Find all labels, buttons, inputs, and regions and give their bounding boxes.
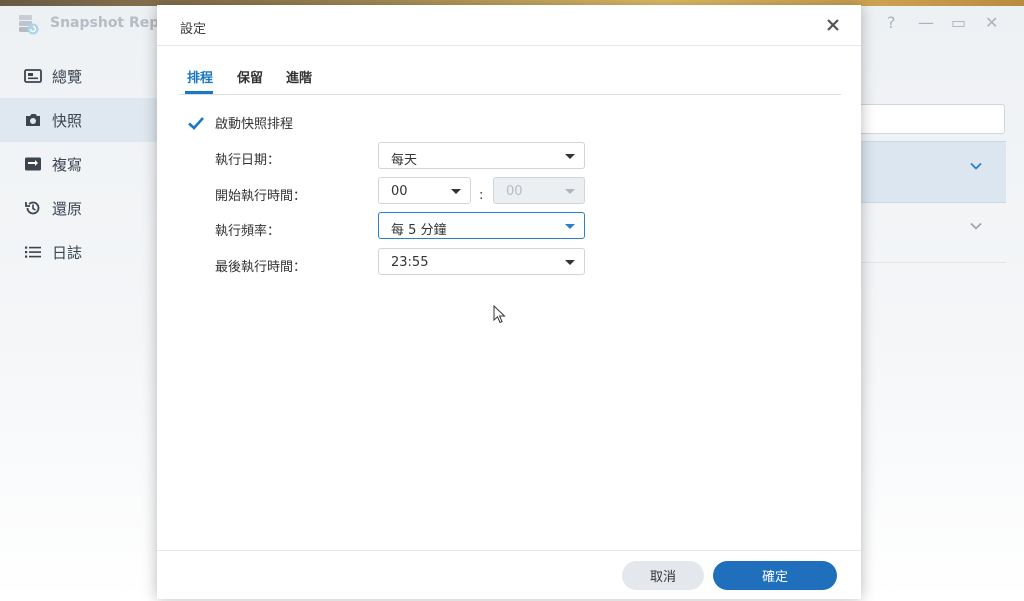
last-run-time-value: 23:55	[391, 255, 429, 270]
time-separator: :	[479, 188, 484, 203]
enable-schedule-label: 啟動快照排程	[215, 117, 294, 132]
start-minute-value: 00	[506, 184, 523, 199]
start-hour-value: 00	[391, 184, 408, 199]
tab-advanced[interactable]: 進階	[286, 67, 312, 86]
tab-schedule[interactable]: 排程	[187, 67, 213, 86]
frequency-label: 執行頻率：	[215, 224, 281, 239]
sidebar-item-replication[interactable]: 複寫	[0, 142, 160, 186]
sidebar-item-label: 快照	[52, 111, 83, 130]
app-logo-icon	[19, 15, 39, 35]
ok-button[interactable]: 確定	[713, 561, 837, 590]
start-time-label: 開始執行時間：	[215, 189, 307, 204]
dialog-title: 設定	[180, 22, 207, 37]
run-date-select[interactable]: 每天	[378, 142, 585, 169]
maximize-icon[interactable]: ▭	[951, 13, 966, 32]
chevron-down-icon[interactable]	[970, 222, 982, 230]
sidebar-item-label: 複寫	[52, 155, 83, 174]
log-list-icon	[25, 246, 41, 258]
sidebar-item-label: 日誌	[52, 243, 83, 262]
enable-schedule-checkbox[interactable]: 啟動快照排程	[187, 113, 293, 132]
overview-icon	[24, 69, 42, 83]
list-item[interactable]	[860, 202, 1006, 263]
chevron-down-icon[interactable]	[970, 162, 982, 170]
start-minute-select: 00	[493, 177, 585, 204]
help-icon[interactable]: ?	[887, 13, 896, 32]
search-input[interactable]	[860, 104, 1005, 134]
dropdown-arrow-icon	[565, 189, 575, 194]
sidebar-item-snapshots[interactable]: 快照	[0, 98, 160, 142]
sidebar-item-log[interactable]: 日誌	[0, 230, 160, 274]
cancel-button[interactable]: 取消	[622, 561, 704, 590]
tab-bar: 排程 保留 進階	[179, 63, 841, 95]
settings-dialog: 設定 排程 保留 進階 啟動快照排程 執行日期： 每天 開始執行時間： 00 :…	[157, 5, 861, 599]
dropdown-arrow-icon	[565, 260, 575, 265]
mouse-cursor-icon	[493, 305, 506, 324]
camera-icon	[26, 114, 40, 126]
minimize-icon[interactable]: —	[918, 13, 934, 32]
run-date-label: 執行日期：	[215, 153, 281, 168]
tab-retention[interactable]: 保留	[237, 67, 263, 86]
last-run-time-label: 最後執行時間：	[215, 260, 307, 275]
last-run-time-select[interactable]: 23:55	[378, 248, 585, 275]
sidebar-item-restore[interactable]: 還原	[0, 186, 160, 230]
dialog-footer: 取消 確定	[157, 550, 861, 600]
sidebar-item-overview[interactable]: 總覽	[0, 54, 160, 98]
dropdown-arrow-icon	[451, 189, 461, 194]
frequency-value: 每 5 分鐘	[391, 223, 447, 238]
close-window-icon[interactable]: ✕	[985, 13, 998, 32]
start-hour-select[interactable]: 00	[378, 177, 471, 204]
run-date-value: 每天	[391, 153, 418, 168]
dialog-header: 設定	[157, 5, 861, 46]
list-item[interactable]	[860, 141, 1006, 203]
close-icon[interactable]	[825, 17, 841, 33]
sidebar: 總覽 快照 複寫 還原 日誌	[0, 54, 160, 274]
sidebar-item-label: 還原	[52, 199, 83, 218]
restore-icon	[25, 201, 40, 215]
replication-icon	[25, 157, 41, 171]
active-tab-indicator	[185, 91, 213, 94]
dropdown-arrow-icon	[565, 154, 575, 159]
sidebar-item-label: 總覽	[52, 67, 83, 86]
frequency-select[interactable]: 每 5 分鐘	[378, 212, 585, 239]
checkmark-icon	[188, 116, 204, 130]
dropdown-arrow-icon	[565, 224, 575, 229]
